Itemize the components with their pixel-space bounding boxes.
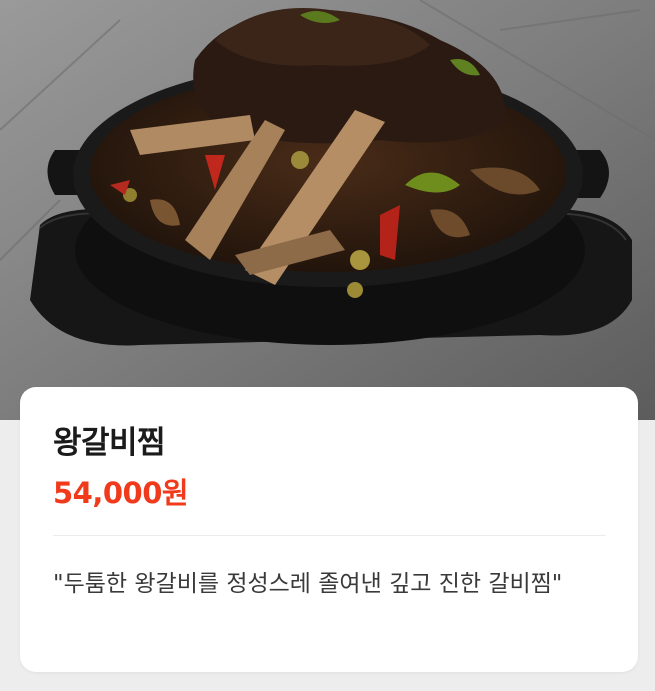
menu-item-name: 왕갈비찜 — [53, 425, 166, 461]
food-photo — [0, 0, 655, 420]
menu-item-price: 54,000원 — [53, 476, 189, 510]
menu-item-description: "두툼한 왕갈비를 정성스레 졸여낸 깊고 진한 갈비찜" — [53, 571, 563, 597]
menu-card: 왕갈비찜 54,000원 "두툼한 왕갈비를 정성스레 졸여낸 깊고 진한 갈비… — [20, 387, 638, 672]
divider — [53, 535, 606, 536]
